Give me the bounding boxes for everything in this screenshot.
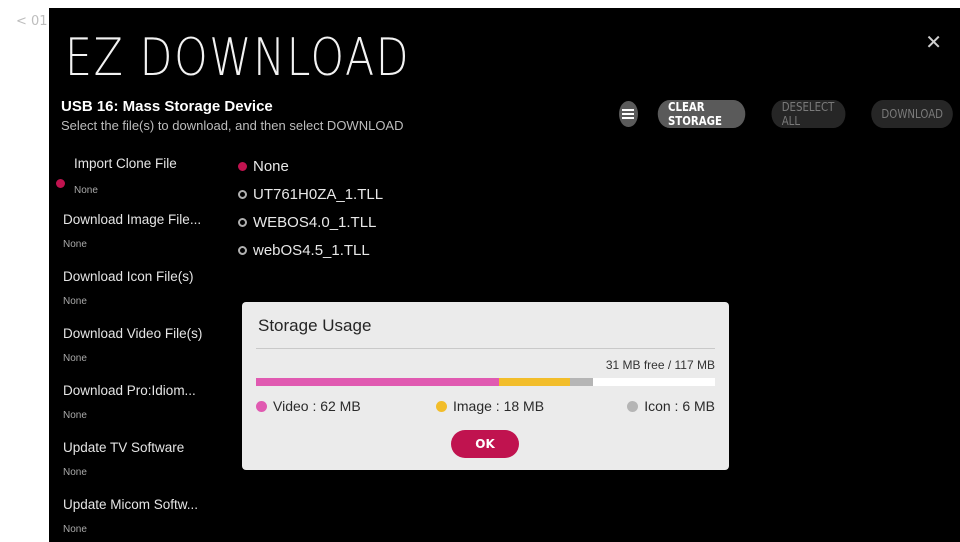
- sidebar-item-value: None: [63, 410, 87, 421]
- sidebar-item-label: Update Micom Softw...: [63, 497, 199, 512]
- radio-icon: [238, 218, 247, 227]
- ez-download-screen: EZ DOWNLOAD ✕ USB 16: Mass Storage Devic…: [49, 8, 960, 542]
- download-button[interactable]: DOWNLOAD: [870, 100, 953, 128]
- file-name: WEBOS4.0_1.TLL: [253, 214, 377, 231]
- file-option[interactable]: None: [238, 158, 383, 175]
- sidebar-item-label: Update TV Software: [63, 440, 185, 455]
- sidebar-item-value: None: [63, 467, 87, 478]
- image-dot-icon: [436, 400, 447, 412]
- legend-video: Video : 62 MB: [256, 398, 361, 414]
- sidebar-menu: Import Clone File None Download Image Fi…: [56, 156, 233, 542]
- sidebar-item-download-proidiom[interactable]: Download Pro:Idiom... None: [63, 383, 233, 440]
- page-title: EZ DOWNLOAD: [65, 28, 411, 88]
- sidebar-item-value: None: [63, 524, 87, 535]
- icon-dot-icon: [627, 400, 639, 412]
- storage-segment-image: [499, 378, 570, 386]
- video-dot-icon: [256, 400, 267, 412]
- sidebar-item-label: Import Clone File: [74, 156, 177, 171]
- device-name: USB 16: Mass Storage Device: [61, 98, 273, 115]
- sidebar-item-download-image-file[interactable]: Download Image File... None: [63, 212, 233, 269]
- radio-icon: [238, 190, 247, 199]
- legend-icon-label: Icon : 6 MB: [644, 398, 715, 414]
- sidebar-item-update-micom-software[interactable]: Update Micom Softw... None: [63, 497, 233, 542]
- legend-image-label: Image : 18 MB: [453, 398, 545, 414]
- toolbar: CLEAR STORAGE DESELECT ALL DOWNLOAD: [619, 100, 960, 128]
- sidebar-item-download-video-files[interactable]: Download Video File(s) None: [63, 326, 233, 383]
- sidebar-item-label: Download Video File(s): [63, 326, 203, 341]
- radio-selected-icon: [238, 162, 247, 171]
- file-option[interactable]: UT761H0ZA_1.TLL: [238, 186, 383, 203]
- list-view-icon[interactable]: [619, 101, 638, 127]
- sidebar-item-update-tv-software[interactable]: Update TV Software None: [63, 440, 233, 497]
- legend-icon: Icon : 6 MB: [627, 398, 715, 414]
- sidebar-item-value: None: [63, 296, 87, 307]
- legend-video-label: Video : 62 MB: [273, 398, 361, 414]
- radio-icon: [238, 246, 247, 255]
- divider: [256, 348, 715, 349]
- legend-image: Image : 18 MB: [436, 398, 544, 414]
- storage-segment-video: [256, 378, 500, 386]
- storage-segment-icon: [569, 378, 594, 386]
- selected-indicator: [56, 179, 65, 188]
- storage-usage-bar: [256, 378, 715, 386]
- file-list: None UT761H0ZA_1.TLL WEBOS4.0_1.TLL webO…: [238, 158, 383, 270]
- storage-usage-dialog: Storage Usage 31 MB free / 117 MB Video …: [242, 302, 729, 470]
- file-option[interactable]: WEBOS4.0_1.TLL: [238, 214, 383, 231]
- sidebar-item-value: None: [63, 239, 87, 250]
- sidebar-item-label: Download Image File...: [63, 212, 202, 227]
- file-name: None: [253, 158, 289, 175]
- sidebar-item-label: Download Icon File(s): [63, 269, 194, 284]
- ok-button[interactable]: OK: [451, 430, 519, 458]
- list-icon: [622, 109, 635, 119]
- file-name: webOS4.5_1.TLL: [253, 242, 370, 259]
- back-button[interactable]: < 01: [16, 14, 48, 29]
- close-icon[interactable]: ✕: [925, 30, 942, 54]
- device-instruction: Select the file(s) to download, and then…: [61, 118, 404, 133]
- deselect-all-button[interactable]: DESELECT ALL: [771, 100, 846, 128]
- sidebar-item-import-clone-file[interactable]: Import Clone File None: [56, 156, 233, 212]
- sidebar-item-label: Download Pro:Idiom...: [63, 383, 196, 398]
- sidebar-item-download-icon-files[interactable]: Download Icon File(s) None: [63, 269, 233, 326]
- file-name: UT761H0ZA_1.TLL: [253, 186, 384, 203]
- sidebar-item-value: None: [74, 185, 98, 196]
- dialog-title: Storage Usage: [258, 316, 372, 335]
- file-option[interactable]: webOS4.5_1.TLL: [238, 242, 383, 259]
- storage-free-text: 31 MB free / 117 MB: [605, 358, 715, 372]
- clear-storage-button[interactable]: CLEAR STORAGE: [657, 100, 746, 128]
- sidebar-item-value: None: [63, 353, 87, 364]
